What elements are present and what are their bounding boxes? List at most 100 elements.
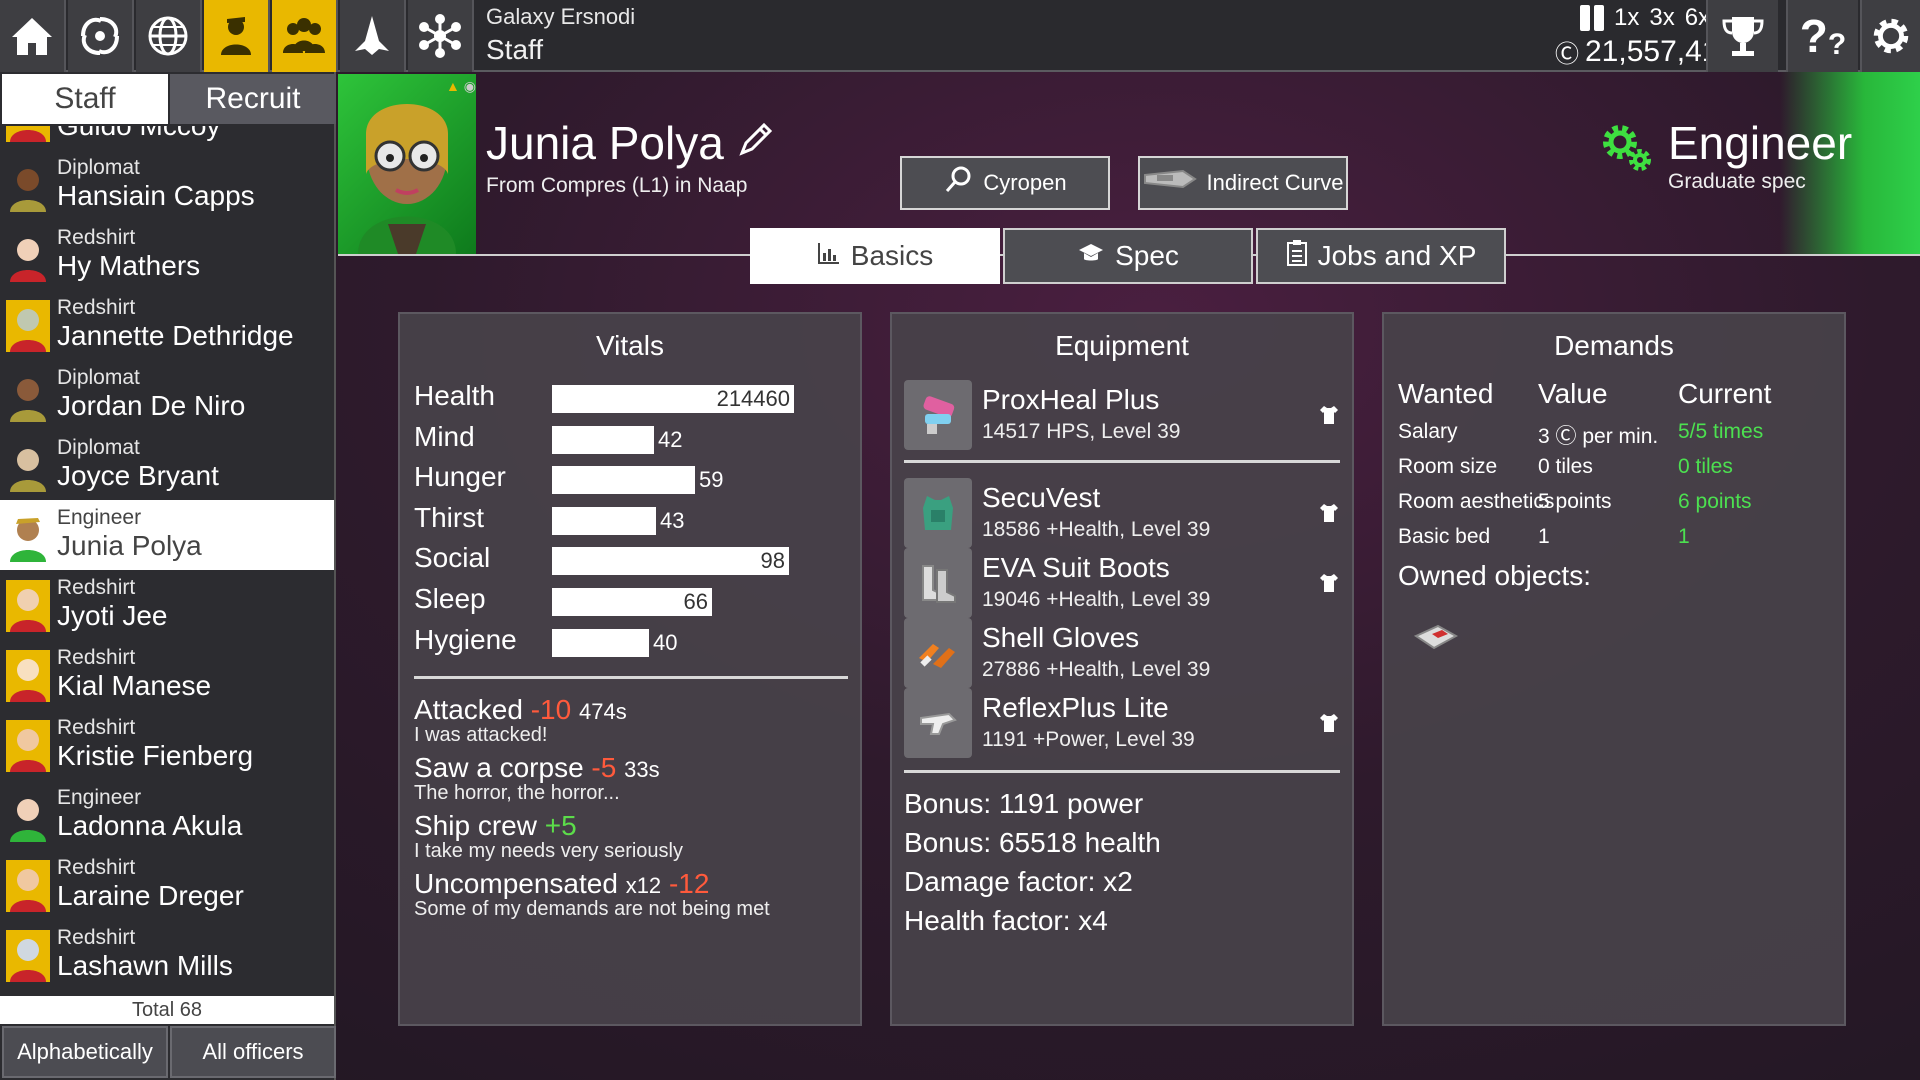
- memory-attacked: Attacked -10 474s I was attacked!: [414, 694, 627, 747]
- memory-title: Saw a corpse: [414, 752, 584, 783]
- pause-icon[interactable]: [1580, 5, 1604, 31]
- bonus-power: Bonus: 1191 power: [904, 788, 1144, 819]
- demand-wanted: Salary: [1398, 420, 1458, 443]
- equipment-name: ProxHeal Plus: [982, 384, 1160, 415]
- tab-spec[interactable]: Spec: [1003, 228, 1253, 284]
- staff-name: Hy Mathers: [57, 250, 201, 281]
- role-title: Engineer: [1668, 117, 1853, 169]
- list-item[interactable]: Redshirt Laraine Dreger: [0, 850, 334, 920]
- list-item[interactable]: Diplomat Jordan De Niro: [0, 360, 334, 430]
- trophy-icon[interactable]: [1706, 0, 1778, 72]
- list-item[interactable]: Redshirt Jyoti Jee: [0, 570, 334, 640]
- demands-panel: Demands Wanted Value Current Salary 3 Ⓒ …: [1382, 312, 1846, 1026]
- demands-title: Demands: [1554, 330, 1674, 361]
- bed-icon[interactable]: [1413, 622, 1459, 657]
- shirt-icon: [1320, 714, 1338, 732]
- equipment-item[interactable]: ReflexPlus Lite 1191 +Power, Level 39: [904, 688, 1344, 758]
- memory-corpse: Saw a corpse -5 33s The horror, the horr…: [414, 752, 660, 805]
- tab-staff[interactable]: Staff: [2, 74, 168, 124]
- vitals-divider: [414, 676, 848, 679]
- vital-value: 59: [699, 467, 724, 493]
- officer-badges: ▲ ◉: [446, 78, 476, 94]
- list-item[interactable]: Diplomat Joyce Bryant: [0, 430, 334, 500]
- staff-name: Jyoti Jee: [57, 600, 168, 631]
- list-item-selected[interactable]: Engineer Junia Polya: [0, 500, 334, 570]
- vital-bar: [552, 506, 656, 535]
- list-item[interactable]: Redshirt Jannette Dethridge: [0, 290, 334, 360]
- avatar: [6, 580, 50, 632]
- equipment-stat: 27886 +Health, Level 39: [982, 658, 1211, 681]
- memory-modifier: +5: [544, 810, 577, 841]
- tab-jobs-xp[interactable]: Jobs and XP: [1256, 228, 1506, 284]
- staff-name: Laraine Dreger: [57, 880, 244, 911]
- equipment-name: ReflexPlus Lite: [982, 692, 1169, 723]
- equipment-panel: Equipment ProxHeal Plus 14517 HPS, Level…: [890, 312, 1354, 1026]
- tab-basics[interactable]: Basics: [750, 228, 1000, 284]
- ship-icon[interactable]: [340, 0, 406, 72]
- list-item[interactable]: Redshirt Kial Manese: [0, 640, 334, 710]
- top-bar: Galaxy Ersnodi Staff 1x 3x 6x Ⓒ 21,557,4…: [0, 0, 1920, 72]
- indirect-curve-label: Indirect Curve: [1206, 170, 1344, 195]
- equipment-item[interactable]: Shell Gloves 27886 +Health, Level 39: [904, 618, 1344, 688]
- tab-spec-label: Spec: [1115, 240, 1179, 271]
- speed-3x-button[interactable]: 3x: [1649, 4, 1674, 32]
- officer-name: Junia Polya: [486, 116, 776, 170]
- equipment-item[interactable]: ProxHeal Plus 14517 HPS, Level 39: [904, 380, 1344, 450]
- clipboard-icon: [1286, 239, 1308, 274]
- cyropen-button[interactable]: Cyropen: [900, 156, 1110, 210]
- crew-icon[interactable]: [272, 0, 338, 72]
- memory-modifier: -10: [530, 694, 572, 725]
- staff-role: Redshirt: [57, 856, 136, 879]
- list-item[interactable]: Redshirt Kristie Fienberg: [0, 710, 334, 780]
- settings-icon[interactable]: [1860, 0, 1920, 72]
- memory-modifier: -5: [591, 752, 617, 783]
- officer-icon[interactable]: [204, 0, 270, 72]
- vital-row-hunger: Hunger 59: [414, 461, 854, 495]
- network-icon[interactable]: [408, 0, 474, 72]
- equipment-item[interactable]: SecuVest 18586 +Health, Level 39: [904, 478, 1344, 548]
- list-item[interactable]: Engineer Ladonna Akula: [0, 780, 334, 850]
- staff-name: Lashawn Mills: [57, 950, 233, 981]
- help-icon[interactable]: ??: [1786, 0, 1858, 72]
- vital-label: Sleep: [414, 583, 486, 614]
- boots-icon: [904, 548, 972, 618]
- equipment-title: Equipment: [1055, 330, 1189, 361]
- list-item[interactable]: Redshirt Guido Mccoy: [0, 126, 334, 150]
- graduation-cap-icon: [1077, 240, 1105, 272]
- equipment-item[interactable]: EVA Suit Boots 19046 +Health, Level 39: [904, 548, 1344, 618]
- vitals-panel: Vitals Health 214460 Mind 42 Hunger 59 Thirst 4…: [398, 312, 862, 1026]
- indirect-curve-button[interactable]: Indirect Curve: [1138, 156, 1348, 210]
- sort-button[interactable]: Alphabetically: [2, 1026, 168, 1078]
- vest-icon: [904, 478, 972, 548]
- equipment-stat: 14517 HPS, Level 39: [982, 420, 1181, 443]
- avatar: [6, 370, 50, 422]
- pencil-icon[interactable]: [736, 116, 776, 170]
- home-icon[interactable]: [0, 0, 66, 72]
- list-item[interactable]: Redshirt Lashawn Mills: [0, 920, 334, 990]
- list-item[interactable]: Redshirt Hy Mathers: [0, 220, 334, 290]
- equipment-divider: [904, 770, 1340, 773]
- staff-list[interactable]: Redshirt Guido Mccoy Diplomat Hansiain C…: [0, 126, 336, 996]
- filter-button[interactable]: All officers: [170, 1026, 336, 1078]
- speed-controls: 1x 3x 6x: [1580, 4, 1710, 32]
- vital-row-health: Health 214460: [414, 380, 854, 414]
- staff-name: Junia Polya: [57, 530, 202, 561]
- gears-icon: [1596, 116, 1656, 181]
- staff-role: Diplomat: [57, 156, 140, 179]
- memory-title: Uncompensated: [414, 868, 618, 899]
- memory-title: Ship crew: [414, 810, 537, 841]
- staff-role: Redshirt: [57, 716, 136, 739]
- avatar: [6, 930, 50, 982]
- memory-ship-crew: Ship crew +5 I take my needs very seriou…: [414, 810, 683, 863]
- vital-value: 66: [683, 589, 708, 614]
- vital-label: Health: [414, 380, 495, 411]
- list-item[interactable]: Diplomat Hansiain Capps: [0, 150, 334, 220]
- galaxy-icon[interactable]: [68, 0, 134, 72]
- equipment-stat: 18586 +Health, Level 39: [982, 518, 1211, 541]
- speed-1x-button[interactable]: 1x: [1614, 4, 1639, 32]
- demand-current: 0 tiles: [1678, 455, 1733, 478]
- globe-icon[interactable]: [136, 0, 202, 72]
- tab-recruit[interactable]: Recruit: [170, 74, 336, 124]
- demand-value: 0 tiles: [1538, 455, 1593, 478]
- equipment-divider: [904, 460, 1340, 463]
